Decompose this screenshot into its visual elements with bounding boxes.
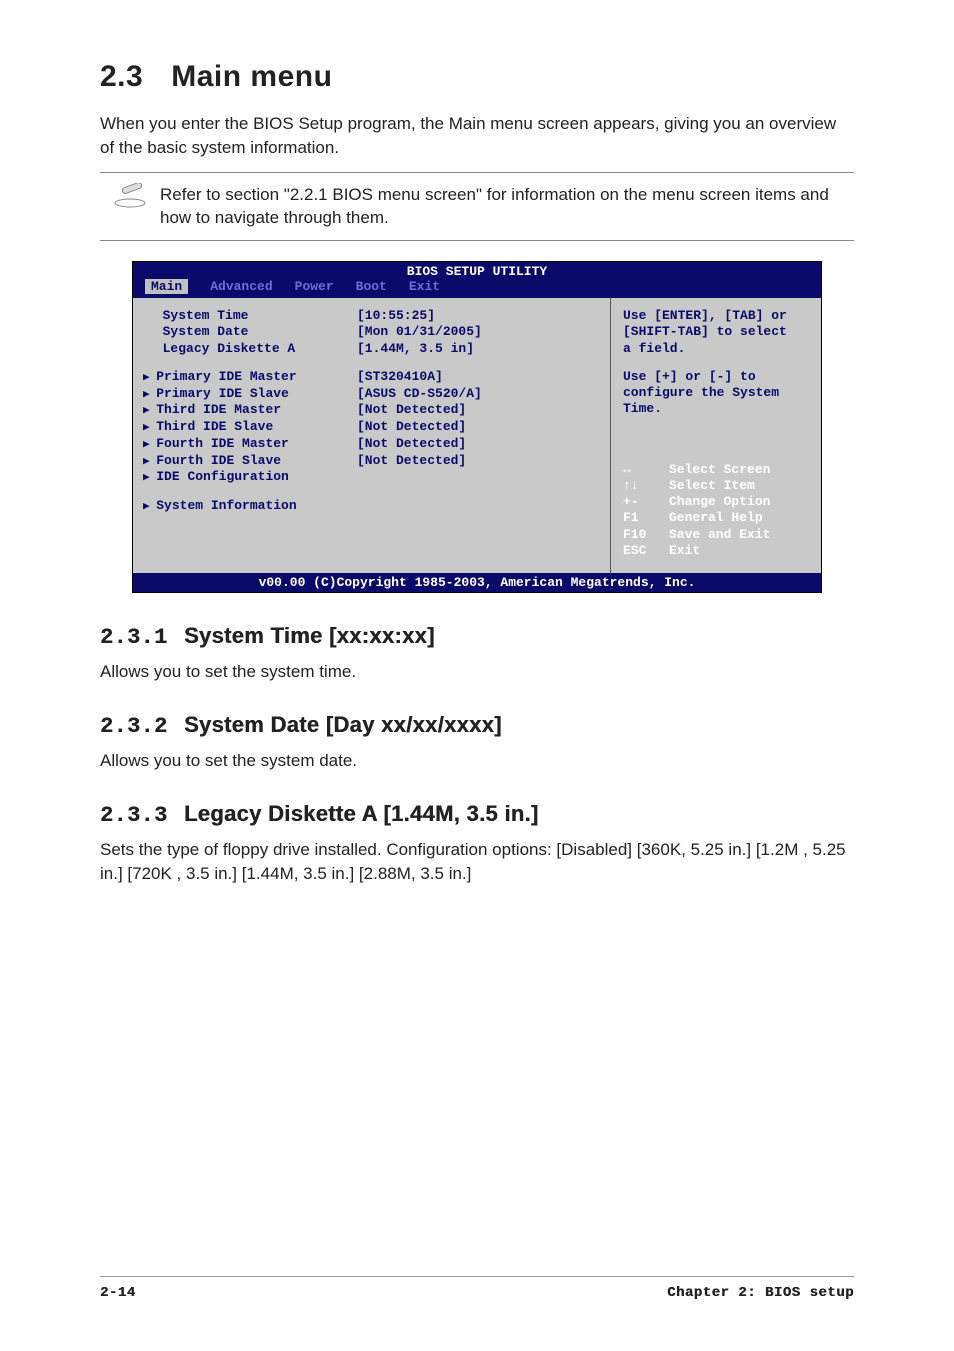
bios-screen: BIOS SETUP UTILITY Main Advanced Power B… <box>132 261 822 593</box>
bios-value: [Mon 01/31/2005] <box>357 324 596 340</box>
bios-footer: v00.00 (C)Copyright 1985-2003, American … <box>133 573 821 592</box>
bios-row[interactable]: IDE Configuration <box>147 469 596 486</box>
subsection-heading: 2.3.3 Legacy Diskette A [1.44M, 3.5 in.] <box>100 801 854 828</box>
bios-value: [Not Detected] <box>357 453 596 470</box>
nav-row: +-Change Option <box>623 494 809 510</box>
bios-tab-advanced[interactable]: Advanced <box>210 279 272 294</box>
bios-row[interactable]: System Date[Mon 01/31/2005] <box>147 324 596 340</box>
subsection-body: Sets the type of floppy drive installed.… <box>100 838 854 886</box>
bios-value: [Not Detected] <box>357 436 596 453</box>
nav-row: ↔Select Screen <box>623 462 809 478</box>
nav-action: Select Screen <box>669 462 770 478</box>
nav-row: F1General Help <box>623 510 809 526</box>
nav-key: ↔ <box>623 462 669 478</box>
subsection-heading: 2.3.2 System Date [Day xx/xx/xxxx] <box>100 712 854 739</box>
bios-label: Fourth IDE Slave <box>147 453 357 470</box>
page-number: 2-14 <box>100 1285 136 1301</box>
bios-label: Third IDE Master <box>147 402 357 419</box>
subsection-heading: 2.3.1 System Time [xx:xx:xx] <box>100 623 854 650</box>
help-text: configure the System <box>623 385 809 401</box>
bios-value: [10:55:25] <box>357 308 596 324</box>
bios-label: System Information <box>147 498 357 515</box>
bios-row[interactable]: Legacy Diskette A[1.44M, 3.5 in] <box>147 341 596 357</box>
subsection-body: Allows you to set the system date. <box>100 749 854 773</box>
section-number: 2.3 <box>100 60 143 93</box>
chapter-label: Chapter 2: BIOS setup <box>667 1285 854 1301</box>
help-text: a field. <box>623 341 809 357</box>
help-text: Use [ENTER], [TAB] or <box>623 308 809 324</box>
subsection-title: System Date [Day xx/xx/xxxx] <box>184 712 502 737</box>
nav-row: ESCExit <box>623 543 809 559</box>
bios-label: Primary IDE Master <box>147 369 357 386</box>
bios-value: [Not Detected] <box>357 402 596 419</box>
bios-tab-exit[interactable]: Exit <box>409 279 440 294</box>
bios-value: [ST320410A] <box>357 369 596 386</box>
nav-action: Save and Exit <box>669 527 770 543</box>
help-text: [SHIFT-TAB] to select <box>623 324 809 340</box>
subsection-number: 2.3.3 <box>100 803 168 828</box>
subsection-body: Allows you to set the system time. <box>100 660 854 684</box>
nav-row: F10Save and Exit <box>623 527 809 543</box>
bios-row[interactable]: Primary IDE Slave[ASUS CD-S520/A] <box>147 386 596 403</box>
note-block: Refer to section "2.2.1 BIOS menu screen… <box>100 172 854 242</box>
nav-action: Exit <box>669 543 700 559</box>
bios-help-panel: Use [ENTER], [TAB] or [SHIFT-TAB] to sel… <box>611 298 821 573</box>
bios-tab-power[interactable]: Power <box>295 279 334 294</box>
note-text: Refer to section "2.2.1 BIOS menu screen… <box>160 179 854 235</box>
subsection-number: 2.3.2 <box>100 714 168 739</box>
nav-key: ↑↓ <box>623 478 669 494</box>
bios-tab-boot[interactable]: Boot <box>356 279 387 294</box>
bios-label: Third IDE Slave <box>147 419 357 436</box>
bios-value <box>357 498 596 515</box>
bios-label: Fourth IDE Master <box>147 436 357 453</box>
bios-row[interactable]: Primary IDE Master[ST320410A] <box>147 369 596 386</box>
bios-tab-main[interactable]: Main <box>145 279 188 294</box>
nav-action: General Help <box>669 510 763 526</box>
nav-key: ESC <box>623 543 669 559</box>
nav-action: Select Item <box>669 478 755 494</box>
bios-row[interactable]: System Information <box>147 498 596 515</box>
bios-value: [ASUS CD-S520/A] <box>357 386 596 403</box>
subsection-number: 2.3.1 <box>100 625 168 650</box>
nav-key: +- <box>623 494 669 510</box>
pencil-note-icon <box>100 179 160 211</box>
bios-body: System Time[10:55:25] System Date[Mon 01… <box>133 298 821 573</box>
bios-label: IDE Configuration <box>147 469 357 486</box>
nav-action: Change Option <box>669 494 770 510</box>
nav-key: F10 <box>623 527 669 543</box>
bios-label: Legacy Diskette A <box>147 341 357 357</box>
page-content: 2.3 Main menu When you enter the BIOS Set… <box>100 60 854 885</box>
help-text: Use [+] or [-] to <box>623 369 809 385</box>
subsection-title: Legacy Diskette A [1.44M, 3.5 in.] <box>184 801 539 826</box>
bios-tab-bar: Main Advanced Power Boot Exit <box>133 279 821 298</box>
bios-label: Primary IDE Slave <box>147 386 357 403</box>
help-text: Time. <box>623 401 809 417</box>
bios-value: [1.44M, 3.5 in] <box>357 341 596 357</box>
bios-row[interactable]: Third IDE Slave[Not Detected] <box>147 419 596 436</box>
bios-value <box>357 469 596 486</box>
bios-row[interactable]: Fourth IDE Slave[Not Detected] <box>147 453 596 470</box>
bios-row[interactable]: Fourth IDE Master[Not Detected] <box>147 436 596 453</box>
bios-row[interactable]: System Time[10:55:25] <box>147 308 596 324</box>
nav-key: F1 <box>623 510 669 526</box>
section-heading: 2.3 Main menu <box>100 60 854 94</box>
subsection-title: System Time [xx:xx:xx] <box>184 623 435 648</box>
section-title-text: Main menu <box>171 60 332 93</box>
intro-paragraph: When you enter the BIOS Setup program, t… <box>100 112 854 160</box>
bios-title: BIOS SETUP UTILITY <box>133 262 821 279</box>
nav-row: ↑↓Select Item <box>623 478 809 494</box>
bios-label: System Time <box>147 308 357 324</box>
bios-row[interactable]: Third IDE Master[Not Detected] <box>147 402 596 419</box>
page-footer: 2-14 Chapter 2: BIOS setup <box>100 1276 854 1301</box>
bios-main-panel: System Time[10:55:25] System Date[Mon 01… <box>133 298 611 573</box>
bios-label: System Date <box>147 324 357 340</box>
bios-value: [Not Detected] <box>357 419 596 436</box>
